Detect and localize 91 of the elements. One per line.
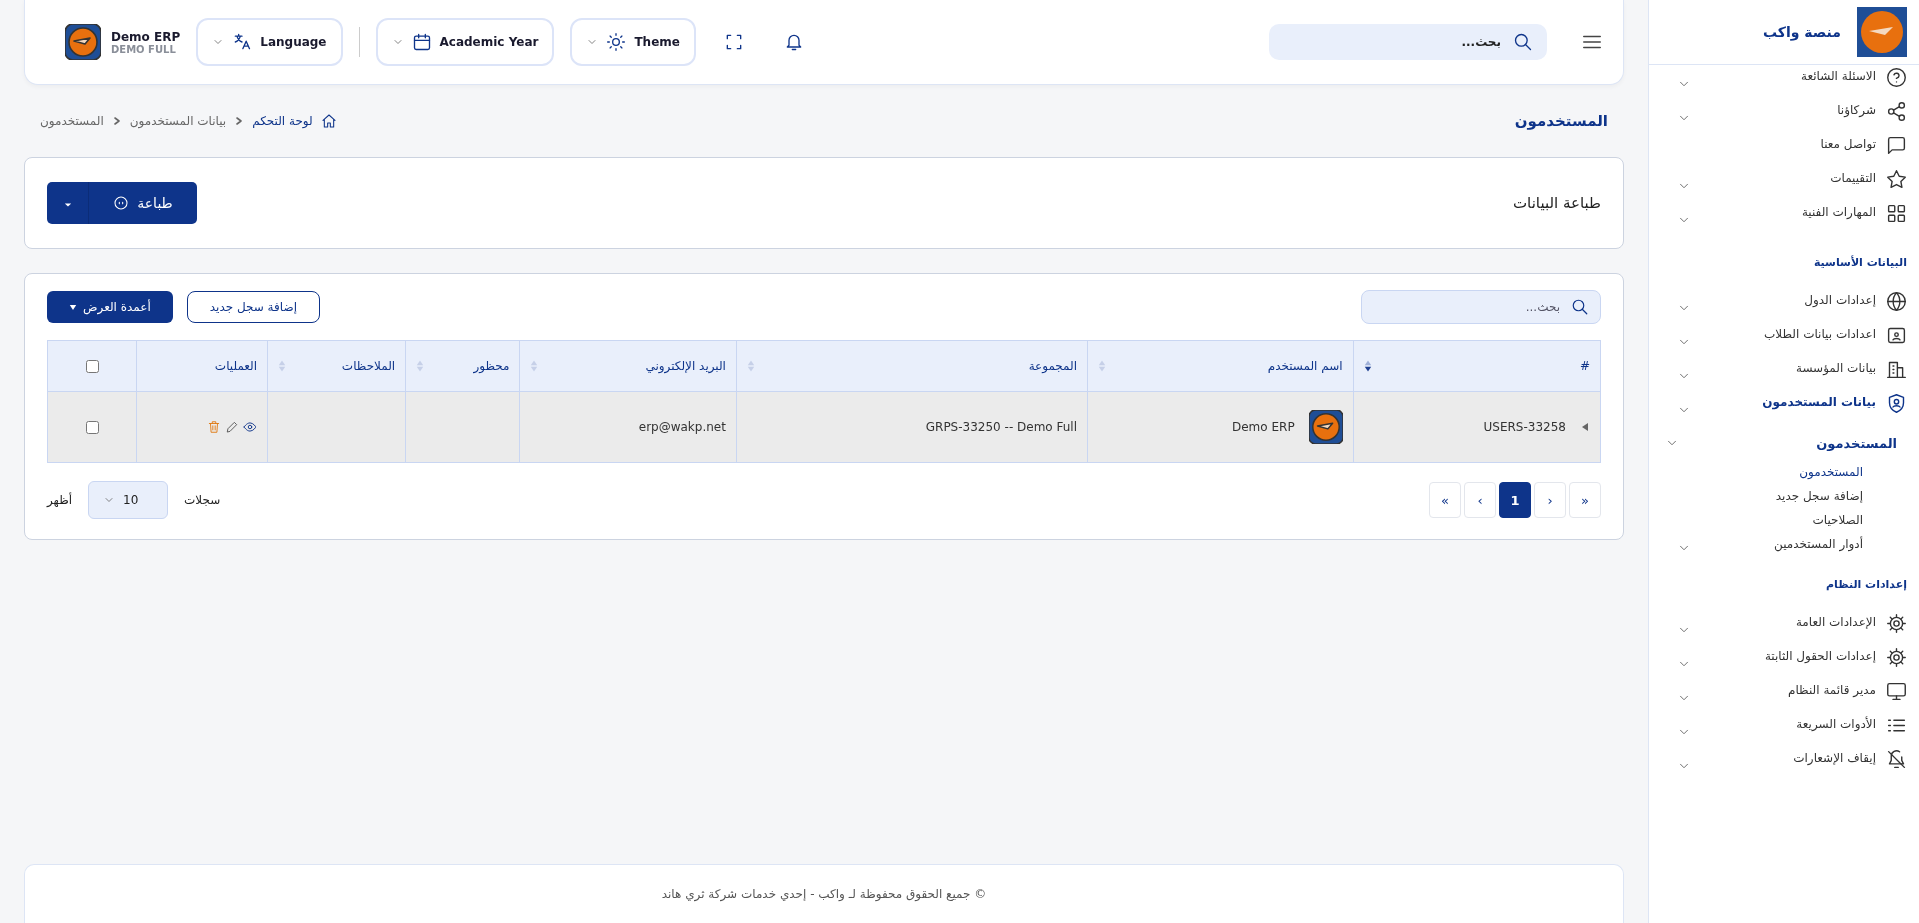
- calendar-icon: [411, 32, 432, 52]
- sidebar-item[interactable]: التقييمات: [1830, 169, 1876, 185]
- logo-icon: [1308, 410, 1343, 444]
- sidebar-item[interactable]: بيانات المستخدمون: [1762, 393, 1876, 409]
- settings-icon: [1886, 647, 1907, 668]
- page-size-dropdown[interactable]: 10: [88, 481, 169, 519]
- column-header[interactable]: اسم المستخدم: [1087, 340, 1354, 392]
- add-record-button[interactable]: إضافة سجل جديد: [186, 291, 320, 323]
- user-name: Demo ERP: [1232, 420, 1295, 434]
- brand-name: Demo ERP: [111, 29, 181, 44]
- sidebar-item[interactable]: بيانات المؤسسة: [1795, 359, 1876, 375]
- sidebar-item[interactable]: إعدادات الدول: [1804, 291, 1876, 307]
- star-icon: [1886, 169, 1907, 190]
- card-title: طباعة البيانات: [1512, 194, 1601, 212]
- shield-user-icon: [1886, 393, 1907, 414]
- sidebar-item[interactable]: المهارات الفنية: [1801, 203, 1876, 219]
- section-heading: البيانات الأساسية: [1812, 254, 1907, 271]
- theme-dropdown[interactable]: Theme: [570, 18, 696, 66]
- sidebar-item[interactable]: الأدوات السريعة: [1796, 715, 1876, 731]
- academic-year-dropdown[interactable]: Academic Year: [375, 18, 555, 66]
- column-header[interactable]: البريد الإلكتروني: [519, 340, 737, 392]
- caret-down-icon: [69, 303, 77, 311]
- sidebar-item[interactable]: شركاؤنا: [1837, 101, 1876, 117]
- bell-off-icon: [1886, 749, 1907, 770]
- submenu-item[interactable]: أدوار المستخدمين: [1774, 533, 1863, 551]
- column-header: العمليات: [136, 340, 268, 392]
- globe-icon: [1886, 291, 1907, 312]
- breadcrumb-link[interactable]: لوحة التحكم: [252, 114, 313, 128]
- table-search-field[interactable]: بحث...: [1361, 290, 1601, 324]
- translate-icon: [232, 32, 253, 52]
- table-cell: GRPS-33250 -- Demo Full: [736, 391, 1088, 463]
- grid-icon: [1886, 203, 1907, 224]
- page-title: المستخدمون: [1514, 112, 1608, 130]
- submenu-item[interactable]: المستخدمون: [1799, 461, 1863, 479]
- sun-icon: [606, 32, 627, 52]
- edit-icon[interactable]: [225, 420, 240, 434]
- column-header[interactable]: المجموعة: [736, 340, 1088, 392]
- id-card-icon: [1886, 325, 1907, 346]
- sidebar-item[interactable]: الاسئلة الشائعة: [1801, 67, 1876, 83]
- search-icon: [1513, 32, 1533, 52]
- sidebar-item[interactable]: الإعدادات العامة: [1795, 613, 1876, 629]
- share-icon: [1886, 101, 1907, 122]
- column-header[interactable]: الملاحظات: [267, 340, 406, 392]
- pagination-button[interactable]: «: [1569, 482, 1601, 518]
- breadcrumb-separator-icon: [111, 116, 122, 126]
- select-all-checkbox[interactable]: [85, 360, 99, 373]
- sidebar-item[interactable]: مدير قائمة النظام: [1788, 681, 1876, 697]
- home-icon[interactable]: [320, 113, 337, 129]
- copyright-text: © جميع الحقوق محفوظة لـ واكب - إحدي خدمات شركة ثري هاند: [661, 887, 987, 901]
- expand-icon[interactable]: [1580, 422, 1590, 432]
- submenu-header[interactable]: المستخدمون: [1816, 435, 1897, 451]
- sidebar-item[interactable]: إعدادات الحقول الثابتة: [1764, 647, 1876, 663]
- view-icon[interactable]: [243, 420, 258, 434]
- column-header[interactable]: محظور: [405, 340, 520, 392]
- search-field[interactable]: بحث...: [1269, 24, 1547, 60]
- search-icon: [1571, 298, 1589, 316]
- sort-icon[interactable]: [1363, 359, 1372, 373]
- breadcrumb-link[interactable]: المستخدمون: [40, 114, 104, 128]
- records-label: سجلات: [184, 493, 221, 507]
- submenu-item[interactable]: الصلاحيات: [1812, 509, 1863, 527]
- help-icon: [1886, 67, 1907, 88]
- row-checkbox[interactable]: [85, 421, 99, 434]
- columns-button[interactable]: أعمدة العرض: [47, 291, 173, 323]
- delete-icon[interactable]: [207, 420, 222, 434]
- pagination-button[interactable]: ‹: [1534, 482, 1566, 518]
- language-dropdown[interactable]: Language: [196, 18, 343, 66]
- table-cell: erp@wakp.net: [519, 391, 737, 463]
- pagination-button[interactable]: 1: [1499, 482, 1531, 518]
- sidebar-item[interactable]: إيقاف الإشعارات: [1793, 749, 1876, 765]
- sidebar-title: منصة واكب: [1763, 24, 1841, 40]
- logo-icon: [1857, 7, 1907, 57]
- record-id: USERS-33258: [1483, 420, 1566, 434]
- print-button[interactable]: طباعة: [89, 182, 197, 224]
- print-icon: [113, 195, 130, 211]
- settings-icon: [1886, 613, 1907, 634]
- monitor-icon: [1886, 681, 1907, 702]
- building-icon: [1886, 359, 1907, 380]
- caret-down-icon: [63, 201, 72, 208]
- show-label: أظهر: [47, 493, 73, 507]
- submenu-item[interactable]: إضافة سجل جديد: [1775, 485, 1863, 503]
- brand-subtitle: DEMO FULL: [111, 43, 177, 55]
- breadcrumb-link[interactable]: بيانات المستخدمون: [129, 114, 227, 128]
- chat-icon: [1886, 135, 1907, 156]
- pagination-button[interactable]: »: [1429, 482, 1461, 518]
- logo-icon: [65, 24, 101, 60]
- breadcrumb-separator-icon: [234, 116, 245, 126]
- pagination-button[interactable]: ›: [1464, 482, 1496, 518]
- sidebar-item[interactable]: اعدادات بيانات الطلاب: [1764, 325, 1876, 341]
- section-heading: إعدادات النظام: [1825, 576, 1907, 593]
- sidebar-item[interactable]: تواصل معنا: [1820, 135, 1876, 151]
- column-header[interactable]: #: [1353, 340, 1601, 392]
